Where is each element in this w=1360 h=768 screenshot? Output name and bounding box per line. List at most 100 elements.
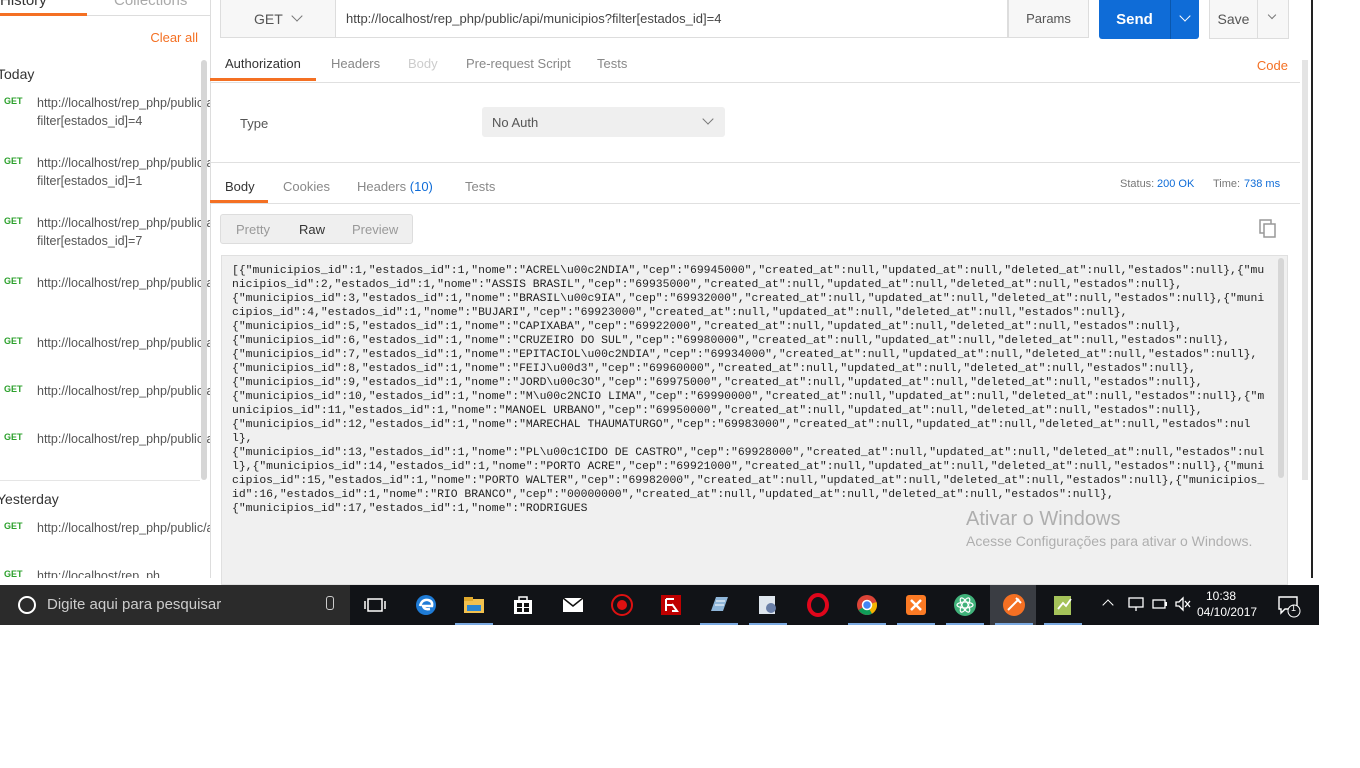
history-url: http://localhost/rep_php/public/api/muni… — [37, 336, 210, 350]
response-body[interactable]: [{"municipios_id":1,"estados_id":1,"nome… — [221, 255, 1288, 585]
history-item[interactable]: GET http://localhost/rep_ph — [0, 567, 200, 578]
network-icon[interactable] — [1127, 595, 1145, 613]
running-indicator — [995, 623, 1033, 625]
main-scrollbar[interactable] — [1302, 60, 1308, 480]
running-indicator — [1044, 623, 1082, 625]
method-badge: GET — [4, 216, 23, 226]
history-url: http://localhost/rep_php/public/api/muni… — [37, 276, 210, 290]
xampp-icon[interactable] — [904, 593, 928, 617]
method-badge: GET — [4, 432, 23, 442]
auth-type-select[interactable]: No Auth — [482, 107, 725, 137]
history-item[interactable]: GET http://localhost/rep_php/public/api/… — [0, 274, 210, 330]
postman-window: History Collections Clear all Today GET … — [0, 0, 1313, 585]
app-red-icon[interactable] — [610, 593, 634, 617]
active-tab-indicator — [0, 13, 87, 16]
tab-response-headers[interactable]: Headers (10) — [357, 179, 433, 194]
chrome-icon[interactable] — [855, 593, 879, 617]
notepadpp-icon[interactable] — [1051, 593, 1075, 617]
history-url: http://localhost/rep_php/public/api/muni… — [37, 216, 211, 248]
app-gear-icon[interactable] — [756, 593, 780, 617]
auth-type-label: Type — [240, 116, 269, 131]
tab-collections[interactable]: Collections — [114, 0, 187, 9]
mail-icon[interactable] — [561, 593, 585, 617]
clock-date: 04/10/2017 — [1197, 605, 1258, 619]
history-url: http://localhost/rep_php/public/api/muni… — [37, 156, 211, 188]
tab-body[interactable]: Body — [408, 56, 438, 71]
copy-icon[interactable] — [1259, 219, 1277, 239]
taskbar-search[interactable]: Digite aqui para pesquisar — [0, 585, 350, 625]
running-indicator — [848, 623, 886, 625]
file-explorer-icon[interactable] — [462, 593, 486, 617]
url-input[interactable]: http://localhost/rep_php/public/api/muni… — [336, 0, 1008, 38]
battery-icon[interactable] — [1151, 595, 1169, 613]
edge-icon[interactable] — [414, 593, 438, 617]
view-preview-button[interactable]: Preview — [352, 222, 398, 237]
history-item[interactable]: GET http://localhost/rep_php/public/api/… — [0, 214, 211, 270]
method-badge: GET — [4, 569, 23, 578]
task-view-icon[interactable] — [363, 593, 387, 617]
view-mode-group: Pretty Raw Preview — [220, 214, 413, 244]
history-url: http://localhost/rep_ph — [37, 569, 160, 578]
method-badge: GET — [4, 384, 23, 394]
method-badge: GET — [4, 96, 23, 106]
method-select[interactable]: GET — [220, 0, 336, 38]
tab-tests[interactable]: Tests — [597, 56, 627, 71]
time-value: 738 ms — [1244, 178, 1281, 190]
history-item[interactable]: GET http://localhost/rep_php/public/api/… — [0, 94, 211, 150]
system-clock[interactable]: 10:38 04/10/2017 — [1197, 588, 1258, 620]
tab-cookies[interactable]: Cookies — [283, 179, 330, 194]
store-icon[interactable] — [511, 593, 535, 617]
action-center-icon[interactable] — [1277, 594, 1301, 618]
history-item[interactable]: GET http://localhost/rep_php/public/api/… — [0, 519, 211, 559]
chevron-up-icon — [1102, 599, 1114, 611]
history-item[interactable]: GET http://localhost/rep_php/public/api/… — [0, 382, 210, 422]
history-url: http://localhost/rep_php/public/api/cida… — [37, 384, 210, 398]
history-group-yesterday: Yesterday — [0, 491, 59, 507]
tab-test-results[interactable]: Tests — [465, 179, 495, 194]
view-raw-button[interactable]: Raw — [299, 222, 325, 237]
chevron-down-icon — [291, 10, 303, 22]
postman-icon[interactable] — [1002, 593, 1026, 617]
save-options-button[interactable] — [1258, 0, 1289, 39]
history-item[interactable]: GET http://localhost/rep_php/public/api/… — [0, 334, 210, 374]
clock-time: 10:38 — [1205, 589, 1237, 603]
tab-authorization[interactable]: Authorization — [225, 56, 301, 71]
chevron-down-icon — [1267, 10, 1277, 20]
clear-all-link[interactable]: Clear all — [150, 30, 198, 45]
request-tabs: Authorization Headers Body Pre-request S… — [210, 50, 1300, 83]
history-url: http://localhost/rep_php/public/api/esta… — [37, 521, 211, 535]
tab-history[interactable]: History — [0, 0, 47, 9]
sidebar-scrollbar[interactable] — [201, 60, 207, 480]
send-button[interactable]: Send — [1099, 0, 1170, 39]
windows-taskbar: Digite aqui para pesquisar 10:38 04/10/2… — [0, 585, 1319, 625]
save-button[interactable]: Save — [1209, 0, 1258, 39]
running-indicator — [749, 623, 787, 625]
send-options-button[interactable] — [1170, 0, 1199, 39]
history-item[interactable]: GET http://localhost/rep_php/public/api/… — [0, 154, 211, 210]
params-button[interactable]: Params — [1008, 0, 1089, 38]
opera-icon[interactable] — [806, 593, 830, 617]
tab-headers[interactable]: Headers — [331, 56, 380, 71]
tab-response-body[interactable]: Body — [225, 179, 255, 194]
atom-icon[interactable] — [953, 593, 977, 617]
response-scrollbar[interactable] — [1278, 258, 1284, 478]
response-tabs: Body Cookies Headers (10) Tests Status: … — [210, 170, 1300, 204]
tab-pre-request-script[interactable]: Pre-request Script — [466, 56, 571, 71]
filezilla-icon[interactable] — [659, 593, 683, 617]
time-label: Time: — [1213, 178, 1241, 190]
search-placeholder: Digite aqui para pesquisar — [47, 596, 222, 613]
view-pretty-button[interactable]: Pretty — [236, 222, 270, 237]
microphone-icon[interactable] — [326, 596, 334, 610]
tab-divider — [87, 15, 210, 16]
headers-count: (10) — [409, 179, 433, 194]
chevron-down-icon — [702, 113, 714, 125]
section-divider — [210, 162, 1300, 163]
running-indicator — [700, 623, 738, 625]
history-item[interactable]: GET http://localhost/rep_php/public/api/… — [0, 430, 210, 470]
volume-muted-icon[interactable] — [1174, 595, 1192, 613]
notepad-icon[interactable] — [707, 593, 731, 617]
show-hidden-icons-icon[interactable] — [1102, 598, 1114, 611]
code-link[interactable]: Code — [1257, 58, 1288, 73]
history-url: http://localhost/rep_php/public/api/muni… — [37, 96, 211, 128]
running-indicator — [897, 623, 935, 625]
